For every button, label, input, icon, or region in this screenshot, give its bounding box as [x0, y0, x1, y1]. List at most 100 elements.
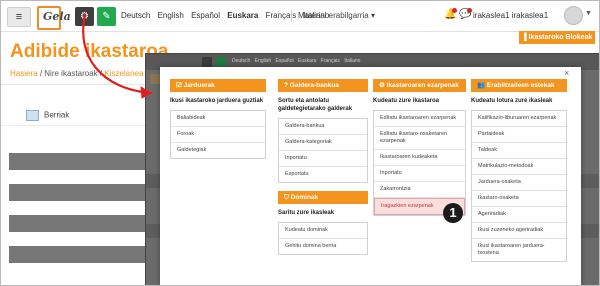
step-number-badge: 1: [443, 203, 463, 223]
column-list: Kalifikazio-liburuaren ezarpenak Partaid…: [471, 110, 567, 262]
navbar-divider: [291, 10, 292, 22]
column-user-links: 👥 Erabiltzaileen estekak Kudeatu lotura …: [471, 79, 567, 262]
user-menu-chevron-icon[interactable]: ▼: [585, 10, 592, 17]
user-name[interactable]: irakaslea1 irakaslea1: [473, 11, 548, 20]
overlay-lang: Deutsch: [232, 58, 251, 64]
column-list: Galdera-bankua Galdera-kategoriak Inport…: [278, 118, 368, 183]
column-header-label: Erabiltzaileen estekak: [486, 82, 555, 89]
list-item[interactable]: Ikusi ikastaroaren jarduera-txostena: [472, 239, 566, 261]
hamburger-menu-button[interactable]: ≡: [7, 7, 31, 27]
list-item[interactable]: Galdera-kategoriak: [279, 135, 367, 151]
column-header[interactable]: ? Galdera-bankua: [278, 79, 368, 92]
activities-icon: ☑: [176, 82, 184, 89]
gear-icon: ⚙: [379, 82, 387, 89]
list-item[interactable]: Ageriradiak: [472, 207, 566, 223]
list-item[interactable]: Editatu ikastaro-osaketaren ezarpenak: [374, 127, 465, 150]
avatar[interactable]: [564, 6, 583, 25]
list-item[interactable]: Jarduera-osaketa: [472, 175, 566, 191]
forum-news-link[interactable]: Berriak: [26, 110, 69, 121]
breadcrumb-course[interactable]: Kiszelanea: [104, 69, 143, 78]
course-section-band: [9, 184, 164, 201]
site-logo[interactable]: Gela: [37, 4, 71, 30]
column-header-label: Jarduerak: [183, 82, 215, 89]
list-item[interactable]: Editatu ikastaroaren ezarpenak: [374, 111, 465, 127]
column-list: Editatu ikastaroaren ezarpenak Editatu i…: [373, 110, 466, 216]
material-menu[interactable]: Material erabilgarria ▾: [298, 11, 375, 20]
list-item[interactable]: Galdera-bankua: [279, 119, 367, 135]
header-divider: [1, 84, 161, 85]
gear-icon: ⚙: [80, 11, 89, 22]
list-item[interactable]: Galdetegiak: [171, 143, 265, 158]
top-navbar: ≡ Gela ⚙ ✎ Deutsch English Español Euska…: [1, 1, 599, 32]
list-item[interactable]: Taldeak: [472, 143, 566, 159]
column-header-label: Ikastaroaren ezarpenak: [386, 82, 459, 89]
list-item[interactable]: Zakarrontzia: [374, 182, 465, 198]
breadcrumb-separator: /: [99, 69, 103, 78]
overlay-gear-button: [202, 57, 212, 67]
column-list: Kudeatu dominak Gehitu domina berria: [278, 222, 368, 255]
list-item[interactable]: Kudeatu dominak: [279, 223, 367, 239]
lang-deutsch[interactable]: Deutsch: [121, 11, 150, 20]
logo-text: Gela: [43, 10, 71, 23]
course-blocks-button[interactable]: ▐ Ikastaroko Blokeak: [519, 31, 595, 44]
course-section-band: [9, 246, 164, 263]
column-header-label: Galdera-bankua: [289, 82, 339, 89]
lang-espanol[interactable]: Español: [191, 11, 220, 20]
column-header[interactable]: ⛉ Dominak: [278, 191, 368, 204]
message-badge: [467, 8, 472, 13]
column-subtitle: Kudeatu lotura zure ikasleak: [471, 98, 553, 104]
close-icon[interactable]: ×: [564, 69, 569, 78]
list-item[interactable]: Matrikulazio-metodoak: [472, 159, 566, 175]
overlay-lang: English: [254, 58, 272, 64]
column-course-settings: ⚙ Ikastaroaren ezarpenak Kudeatu zure ik…: [373, 79, 466, 216]
column-subtitle: Sortu eta antolatu galdetegietarako gald…: [278, 98, 353, 112]
column-subtitle: Ikusi ikastaroko jarduera guztiak: [170, 98, 264, 104]
list-item[interactable]: Kalifikazio-liburuaren ezarpenak: [472, 111, 566, 127]
breadcrumb-my-courses[interactable]: Nire ikastaroak: [44, 69, 97, 78]
overlay-lang: Euskara: [298, 58, 317, 64]
course-blocks-label: Ikastaroko Blokeak: [528, 34, 593, 41]
list-item[interactable]: Ikastaroaren kudeaketa: [374, 150, 465, 166]
lang-english[interactable]: English: [158, 11, 184, 20]
overlay-language-menu: Deutsch English Español Euskara Français…: [232, 58, 363, 64]
edit-mode-button[interactable]: ✎: [97, 7, 116, 26]
column-subtitle: Saritu zure ikasleak: [278, 210, 335, 216]
screenshot-frame: ≡ Gela ⚙ ✎ Deutsch English Español Euska…: [0, 0, 600, 286]
list-item[interactable]: Inportatu: [279, 151, 367, 167]
list-item[interactable]: Ikusi zuzeneko ageriradiak: [472, 223, 566, 239]
users-icon: 👥: [477, 82, 487, 89]
section-divider: [1, 125, 161, 126]
overlay-lang: Italiano: [344, 58, 361, 64]
chevron-down-icon: ▾: [370, 11, 375, 20]
list-item[interactable]: Inportatu: [374, 166, 465, 182]
breadcrumb-separator: /: [39, 69, 43, 78]
notification-badge: [452, 8, 457, 13]
forum-icon: [26, 110, 39, 121]
list-item[interactable]: Esportatu: [279, 167, 367, 182]
column-subtitle: Kudeatu zure ikastaroa: [373, 98, 440, 104]
column-header[interactable]: ⚙ Ikastaroaren ezarpenak: [373, 79, 466, 92]
column-header[interactable]: ☑ Jarduerak: [170, 79, 266, 92]
list-item[interactable]: Foroak: [171, 127, 265, 143]
course-section-band: [9, 153, 164, 170]
course-section-band: [9, 215, 164, 232]
breadcrumb-home[interactable]: Hasiera: [10, 69, 38, 78]
list-item[interactable]: Gehitu domina berria: [279, 239, 367, 254]
course-admin-button[interactable]: ⚙: [75, 7, 94, 26]
breadcrumb: Hasiera / Nire ikastaroak / Kiszelanea: [10, 69, 143, 78]
pencil-icon: ✎: [102, 11, 111, 22]
column-question-bank: ? Galdera-bankua Sortu eta antolatu gald…: [278, 79, 368, 255]
list-item[interactable]: Baliabideak: [171, 111, 265, 127]
column-header[interactable]: 👥 Erabiltzaileen estekak: [471, 79, 567, 92]
forum-news-label: Berriak: [44, 110, 70, 120]
list-item[interactable]: Ikastaro-osaketa: [472, 191, 566, 207]
lang-euskara[interactable]: Euskara: [227, 11, 258, 20]
overlay-lang: Français: [320, 58, 340, 64]
shield-icon: ⛉: [284, 194, 291, 201]
course-administration-modal: × ☑ Jarduerak Ikusi ikastaroko jarduera …: [160, 67, 581, 285]
list-item[interactable]: Partaideak: [472, 127, 566, 143]
badges-section: ⛉ Dominak Saritu zure ikasleak Kudeatu d…: [278, 191, 368, 255]
column-list: Baliabideak Foroak Galdetegiak: [170, 110, 266, 159]
column-activities: ☑ Jarduerak Ikusi ikastaroko jarduera gu…: [170, 79, 266, 159]
overlay-edit-button: [216, 57, 226, 67]
